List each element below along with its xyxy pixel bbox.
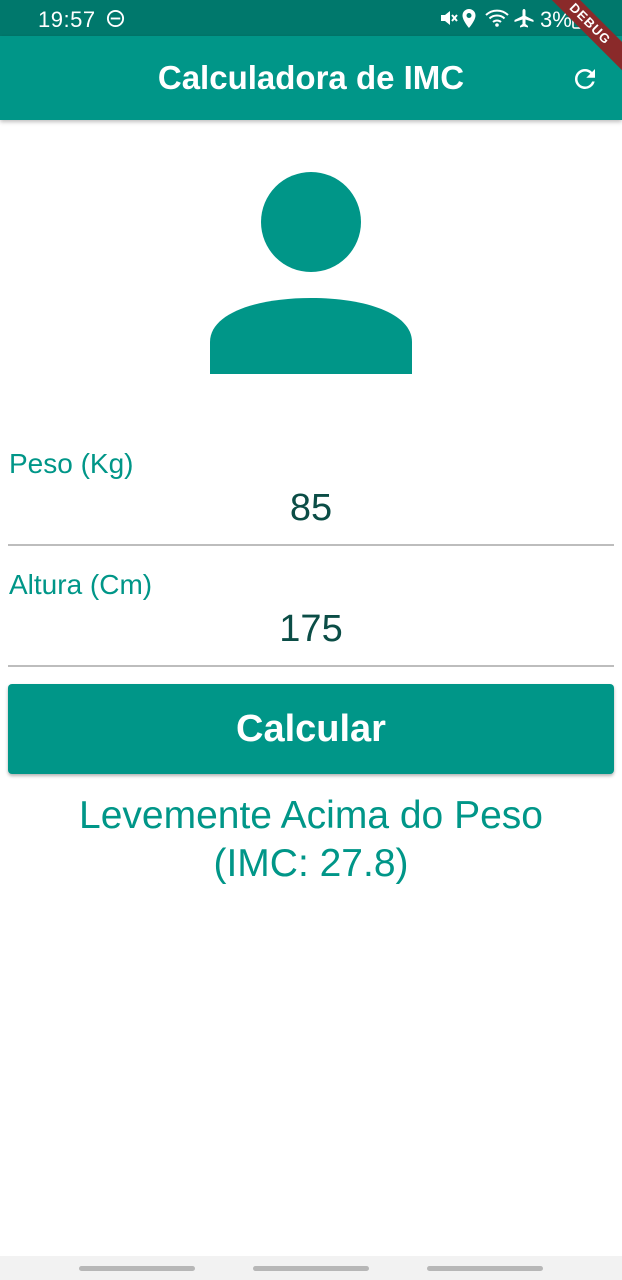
height-label: Altura (Cm) [9, 569, 153, 600]
wifi-icon [485, 9, 509, 27]
status-bar: 19:57 3% [0, 0, 622, 36]
nav-back-button[interactable] [427, 1266, 543, 1271]
nav-home-button[interactable] [253, 1266, 369, 1271]
height-field[interactable]: Altura (Cm) [8, 569, 614, 669]
do-not-disturb-icon [106, 9, 125, 28]
person-icon [210, 172, 412, 374]
nav-recents-button[interactable] [79, 1266, 195, 1271]
app-bar: Calculadora de IMC [0, 36, 622, 120]
weight-underline [8, 544, 614, 546]
weight-input[interactable] [8, 486, 614, 530]
height-underline [8, 665, 614, 667]
status-time: 19:57 [38, 7, 96, 32]
weight-field[interactable]: Peso (Kg) [8, 448, 614, 548]
mute-icon [441, 11, 458, 25]
result-text: Levemente Acima do Peso (IMC: 27.8) [79, 794, 543, 885]
navigation-bar [0, 1256, 622, 1280]
refresh-button[interactable] [560, 54, 610, 104]
weight-label: Peso (Kg) [9, 448, 134, 479]
app-title: Calculadora de IMC [157, 59, 465, 96]
airplane-mode-icon [514, 9, 534, 28]
height-input[interactable] [8, 607, 614, 651]
calculate-button[interactable]: Calcular [8, 684, 614, 774]
location-icon [462, 9, 476, 28]
refresh-icon [574, 68, 595, 89]
